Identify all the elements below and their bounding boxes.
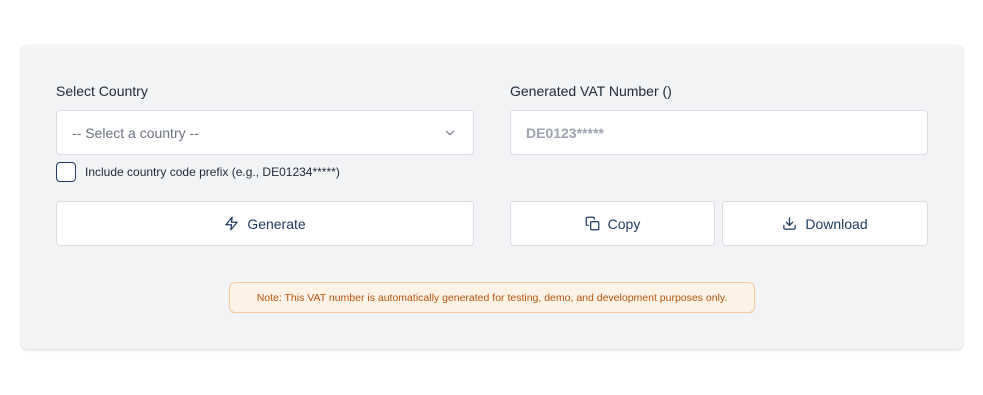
country-select-value: -- Select a country --: [72, 124, 199, 141]
generate-button[interactable]: Generate: [56, 201, 474, 246]
chevron-down-icon: [445, 130, 455, 136]
lightning-icon: [225, 216, 239, 231]
prefix-checkbox[interactable]: [56, 162, 76, 182]
copy-button[interactable]: Copy: [510, 201, 715, 246]
copy-button-label: Copy: [607, 215, 641, 232]
disclaimer-note: Note: This VAT number is automatically g…: [229, 282, 755, 313]
generate-button-label: Generate: [247, 215, 306, 232]
prefix-option: Include country code prefix (e.g., DE012…: [56, 162, 340, 182]
vat-number-label: Generated VAT Number (): [510, 83, 672, 99]
country-select[interactable]: -- Select a country --: [56, 110, 474, 155]
country-label: Select Country: [56, 83, 148, 99]
download-icon: [783, 217, 797, 230]
vat-generator-card: Select Country -- Select a country -- Ge…: [21, 45, 963, 349]
disclaimer-note-text: Note: This VAT number is automatically g…: [256, 291, 728, 304]
prefix-checkbox-label: Include country code prefix (e.g., DE012…: [85, 165, 340, 179]
copy-icon: [585, 216, 600, 231]
download-button[interactable]: Download: [722, 201, 928, 246]
vat-number-field[interactable]: [510, 110, 928, 155]
download-button-label: Download: [805, 215, 868, 232]
